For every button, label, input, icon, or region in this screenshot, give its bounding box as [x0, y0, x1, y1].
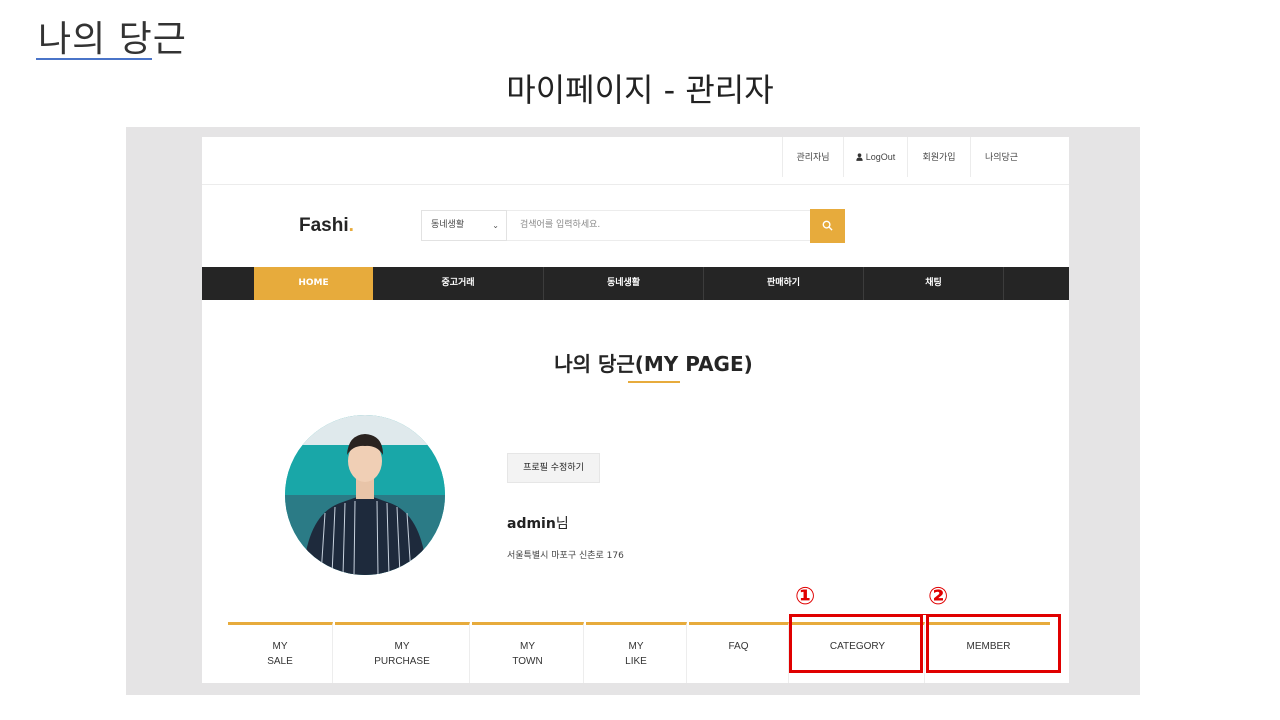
annotation-connector-2 — [916, 614, 968, 615]
tab-my-sale[interactable]: MY SALE — [228, 622, 333, 683]
username: admin님 — [507, 513, 569, 533]
logo-dot: . — [348, 215, 354, 236]
nav-sell[interactable]: 판매하기 — [704, 267, 864, 300]
tab-my-purchase[interactable]: MY PURCHASE — [335, 622, 470, 683]
tab-faq-label: FAQ — [728, 641, 749, 652]
my-carrot-link[interactable]: 나의당근 — [970, 137, 1032, 177]
category-select[interactable]: 동네생활 ⌄ — [421, 210, 507, 241]
slide-title-underline — [36, 58, 152, 60]
slide-subtitle: 마이페이지 - 관리자 — [506, 71, 774, 109]
nav-sell-label: 판매하기 — [766, 278, 801, 288]
nav-used-trade-label: 중고거래 — [441, 278, 475, 288]
site-logo[interactable]: Fashi. — [299, 215, 354, 237]
logo-text: Fashi — [299, 215, 349, 236]
tab-faq[interactable]: FAQ — [689, 622, 789, 683]
tab-my-sale-line1: MY — [272, 641, 288, 652]
highlight-category — [789, 614, 923, 673]
search-input[interactable]: 검색어를 입력하세요. — [507, 210, 811, 241]
annotation-number-1: ① — [795, 582, 816, 610]
nav-neighborhood-label: 동네생활 — [606, 278, 641, 288]
my-carrot-label: 나의당근 — [984, 152, 1019, 162]
tab-my-like-line1: MY — [628, 641, 644, 652]
page-title: 나의 당근(MY PAGE) — [554, 352, 753, 376]
logout-label: LogOut — [865, 152, 896, 162]
avatar — [285, 415, 445, 575]
signup-label: 회원가입 — [922, 152, 956, 162]
username-value: admin — [507, 516, 556, 532]
user-icon — [856, 153, 863, 161]
tab-my-like-line2: LIKE — [625, 656, 647, 667]
nav-chat[interactable]: 채팅 — [864, 267, 1004, 300]
tab-my-town-line1: MY — [520, 641, 535, 652]
tab-my-purchase-line2: PURCHASE — [374, 656, 430, 667]
topbar-admin-link[interactable]: 관리자님 — [782, 137, 843, 177]
tab-my-town-line2: TOWN — [512, 656, 543, 667]
top-bar: 관리자님 LogOut 회원가입 나의당근 — [202, 137, 1069, 185]
nav-home[interactable]: HOME — [254, 267, 373, 300]
slide-title: 나의 당근 — [38, 19, 187, 60]
annotation-number-2: ② — [928, 582, 949, 610]
user-address: 서울특별시 마포구 신촌로 176 — [507, 551, 624, 561]
page-title-underline — [628, 381, 680, 383]
search-icon — [822, 220, 833, 231]
tab-my-purchase-line1: MY — [394, 641, 410, 652]
logout-link[interactable]: LogOut — [843, 137, 907, 177]
username-suffix: 님 — [555, 516, 569, 532]
edit-profile-button[interactable]: 프로필 수정하기 — [507, 453, 600, 483]
nav-chat-label: 채팅 — [925, 278, 942, 288]
tab-my-sale-line2: SALE — [267, 656, 293, 667]
nav-neighborhood[interactable]: 동네생활 — [544, 267, 704, 300]
tab-my-like[interactable]: MY LIKE — [586, 622, 687, 683]
search-button[interactable] — [810, 209, 845, 243]
nav-used-trade[interactable]: 중고거래 — [373, 267, 544, 300]
signup-link[interactable]: 회원가입 — [907, 137, 970, 177]
nav-home-label: HOME — [298, 278, 329, 288]
topbar-admin-label: 관리자님 — [796, 152, 830, 162]
search-placeholder: 검색어를 입력하세요. — [520, 220, 601, 230]
category-select-value: 동네생활 — [431, 220, 465, 230]
tab-my-town[interactable]: MY TOWN — [472, 622, 584, 683]
main-nav: HOME 중고거래 동네생활 판매하기 채팅 — [202, 267, 1069, 300]
chevron-down-icon: ⌄ — [492, 221, 499, 230]
highlight-member — [926, 614, 1061, 673]
annotation-connector-1 — [815, 614, 837, 615]
